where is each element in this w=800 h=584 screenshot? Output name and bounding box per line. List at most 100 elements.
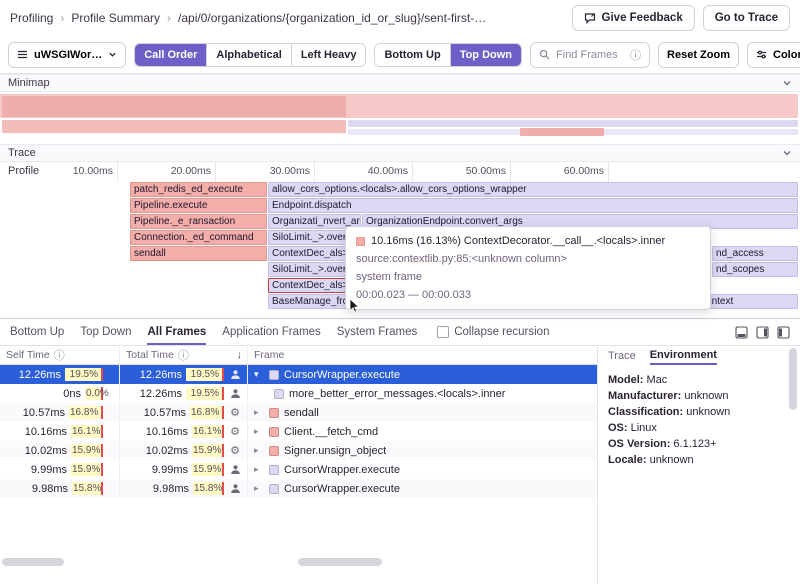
collapse-chevron-icon[interactable]: ▸ [254,427,264,437]
flame-frame[interactable]: Pipeline._e_ransaction [130,214,267,229]
axis-tick: 50.00ms [446,165,506,177]
env-field-model: Model: Mac [608,372,790,388]
table-row[interactable]: 10.02ms15.9% 10.02ms15.9% ⚙ ▸Signer.unsi… [0,441,597,460]
env-horizontal-scrollbar[interactable] [2,558,64,566]
table-row[interactable]: 10.57ms16.8% 10.57ms16.8% ⚙ ▸sendall [0,403,597,422]
minimap-section-header[interactable]: Minimap [0,74,800,92]
flame-frame[interactable]: Connection._ed_command [130,230,267,245]
chevron-down-icon [782,148,792,158]
flame-frame[interactable]: Endpoint.dispatch [268,198,798,213]
tab-all-frames[interactable]: All Frames [147,320,206,344]
user-icon [228,388,242,399]
breadcrumb-item-profile-summary[interactable]: Profile Summary [53,11,160,25]
collapse-chevron-icon[interactable]: ▸ [254,484,264,494]
minimap-canvas[interactable] [0,92,800,144]
flame-frame[interactable]: nd_scopes [712,262,798,277]
table-row[interactable]: 12.26ms19.5% 12.26ms19.5% ▾CursorWrapper… [0,365,597,384]
frame-color-square [269,446,279,456]
tab-bottom-up[interactable]: Bottom Up [10,320,64,344]
table-row[interactable]: 0ns0.0% 12.26ms19.5% more_better_error_m… [0,384,597,403]
flame-frame[interactable]: ContextDec_als>.i [268,246,346,261]
color-coding-button[interactable]: Color Coding [747,42,800,68]
trace-section-header[interactable]: Trace [0,144,800,162]
flame-frame[interactable]: BaseManage_from_c [268,294,346,309]
frame-name: more_better_error_messages.<locals>.inne… [289,388,505,400]
flame-frame[interactable]: SiloLimit._>.over [268,230,346,245]
tab-environment[interactable]: Environment [650,347,717,365]
frame-column-header[interactable]: Frame [254,349,284,361]
flame-frame[interactable]: nd_access [712,246,798,261]
sort-call-order-button[interactable]: Call Order [135,44,207,66]
flame-frame-hovered[interactable]: ContextDec_als>.i [268,278,346,293]
layout-dock-right-icon[interactable] [756,326,769,339]
search-input[interactable] [556,49,624,61]
frame-color-square [269,465,279,475]
tab-system-frames[interactable]: System Frames [337,320,418,344]
sort-left-heavy-button[interactable]: Left Heavy [292,44,366,66]
reset-zoom-button[interactable]: Reset Zoom [658,42,739,68]
give-feedback-button[interactable]: Give Feedback [572,5,695,31]
frame-color-square [269,370,279,380]
tab-trace[interactable]: Trace [608,348,636,364]
thread-selector[interactable]: uWSGIWor… [8,42,126,68]
breadcrumb-item-profiling[interactable]: Profiling [10,11,53,25]
breadcrumb: Profiling Profile Summary /api/0/organiz… [10,11,486,25]
tab-top-down[interactable]: Top Down [80,320,131,344]
user-icon [228,483,242,494]
collapse-recursion-label: Collapse recursion [454,326,549,338]
flame-frame[interactable]: Pipeline.execute [130,198,267,213]
frame-table-header: Self Time ⓘ Total Time ⓘ ↓ Frame [0,346,597,365]
collapse-chevron-icon[interactable]: ▸ [254,465,264,475]
total-time-column-header[interactable]: Total Time [126,349,174,361]
table-horizontal-scrollbar[interactable] [298,558,382,566]
env-field-os-version: OS Version: 6.1.123+ [608,436,790,452]
collapse-chevron-icon[interactable]: ▸ [254,408,264,418]
frame-color-square [269,427,279,437]
sort-segmented-control: Call Order Alphabetical Left Heavy [134,43,366,67]
axis-gridline [117,162,118,182]
flame-frame[interactable]: allow_cors_options.<locals>.allow_cors_o… [268,182,798,197]
env-field-classification: Classification: unknown [608,404,790,420]
env-field-os: OS: Linux [608,420,790,436]
environment-panel-tabs: Trace Environment [598,346,800,365]
frame-tooltip: 10.16ms (16.13%) ContextDecorator.__call… [345,226,711,310]
info-icon[interactable]: ⓘ [54,347,65,363]
go-to-trace-button[interactable]: Go to Trace [703,5,790,31]
tab-application-frames[interactable]: Application Frames [222,320,320,344]
layout-dock-left-icon[interactable] [777,326,790,339]
top-bar: Profiling Profile Summary /api/0/organiz… [0,0,800,36]
self-time-column-header[interactable]: Self Time [6,349,50,361]
frame-name: Client.__fetch_cmd [284,426,378,438]
user-icon [228,464,242,475]
environment-panel: Trace Environment Model: Mac Manufacture… [598,346,800,584]
expand-chevron-icon[interactable]: ▾ [254,370,264,380]
direction-bottom-up-button[interactable]: Bottom Up [375,44,450,66]
axis-gridline [314,162,315,182]
axis-gridline [215,162,216,182]
table-row[interactable]: 10.16ms16.1% 10.16ms16.1% ⚙ ▸Client.__fe… [0,422,597,441]
collapse-chevron-icon[interactable]: ▸ [254,446,264,456]
info-icon[interactable]: ⓘ [178,347,189,363]
collapse-recursion-checkbox[interactable]: Collapse recursion [437,326,549,338]
direction-top-down-button[interactable]: Top Down [451,44,521,66]
time-axis: Profile 10.00ms 20.00ms 30.00ms 40.00ms … [0,162,800,182]
flame-frame[interactable]: SiloLimit._>.over [268,262,346,277]
sort-alphabetical-button[interactable]: Alphabetical [207,44,291,66]
frame-color-swatch [356,237,365,246]
flame-frame[interactable]: patch_redis_ed_execute [130,182,267,197]
table-row[interactable]: 9.99ms15.9% 9.99ms15.9% ▸CursorWrapper.e… [0,460,597,479]
profiling-flamegraph-page: Profiling Profile Summary /api/0/organiz… [0,0,800,584]
layout-dock-bottom-icon[interactable] [735,326,748,339]
flame-frame[interactable]: sendall [130,246,267,261]
axis-tick: 60.00ms [544,165,604,177]
checkbox-box[interactable] [437,326,449,338]
tooltip-frame-kind: system frame [356,271,700,283]
env-vertical-scrollbar[interactable] [789,348,797,410]
environment-fields: Model: Mac Manufacturer: unknown Classif… [598,365,800,475]
axis-gridline [510,162,511,182]
find-frames-search[interactable]: ⓘ [530,42,650,68]
table-row[interactable]: 9.98ms15.8% 9.98ms15.8% ▸CursorWrapper.e… [0,479,597,498]
search-info-icon[interactable]: ⓘ [630,47,641,63]
axis-tick: 10.00ms [53,165,113,177]
sort-desc-icon[interactable]: ↓ [237,349,243,361]
